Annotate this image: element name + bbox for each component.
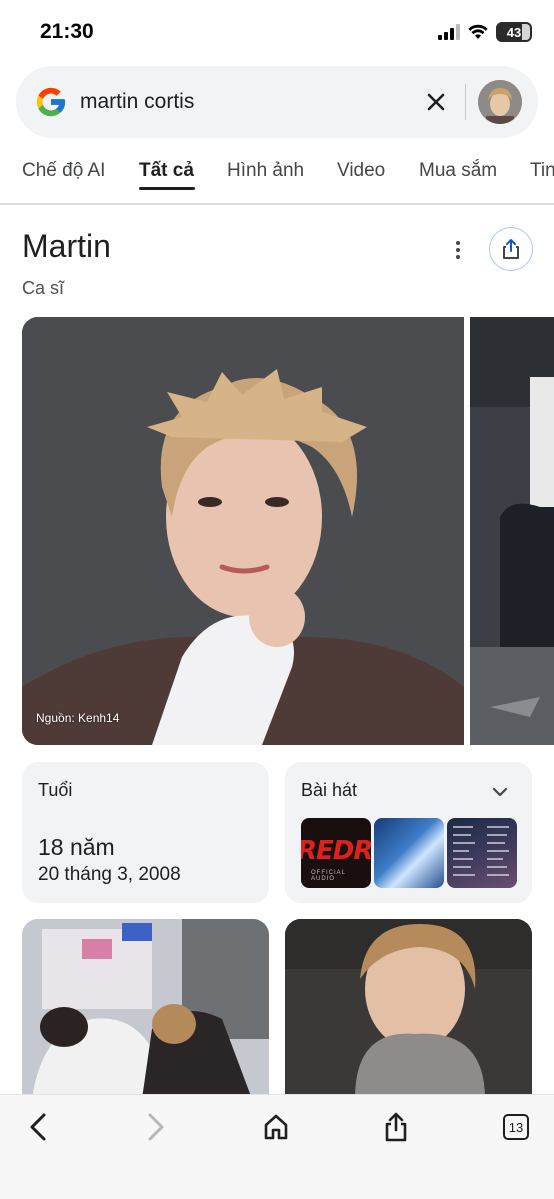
search-bar[interactable]: martin cortis bbox=[16, 66, 538, 138]
songs-card[interactable]: Bài hát REDRE OFFICIAL AUDIO bbox=[285, 762, 532, 903]
tab-ai-mode[interactable]: Chế độ AI bbox=[22, 160, 105, 182]
close-icon bbox=[427, 93, 445, 111]
secondary-entity-image[interactable] bbox=[470, 317, 554, 745]
age-value: 18 năm bbox=[38, 834, 115, 860]
song-thumbnail[interactable] bbox=[447, 818, 517, 888]
tracklist-graphic bbox=[453, 826, 509, 876]
google-logo bbox=[36, 87, 66, 117]
search-tabs: Chế độ AI Tất cả Hình ảnh Video Mua sắm … bbox=[0, 150, 554, 204]
gallery-image[interactable] bbox=[22, 919, 269, 1099]
more-options-button[interactable] bbox=[446, 238, 470, 262]
more-dot-icon bbox=[456, 241, 460, 245]
secondary-photo bbox=[470, 317, 554, 745]
status-icons: 43 bbox=[438, 22, 532, 42]
portrait-image bbox=[22, 317, 464, 745]
home-button[interactable] bbox=[258, 1109, 294, 1145]
tab-images[interactable]: Hình ảnh bbox=[227, 160, 304, 182]
song-thumbnail[interactable]: REDRE OFFICIAL AUDIO bbox=[301, 818, 371, 888]
back-button[interactable] bbox=[20, 1109, 56, 1145]
tab-all[interactable]: Tất cả bbox=[139, 160, 194, 182]
active-tab-indicator bbox=[139, 187, 195, 190]
entity-subtitle: Ca sĩ bbox=[22, 278, 65, 298]
song-thumb-subtitle: OFFICIAL AUDIO bbox=[311, 870, 346, 882]
tab-shopping[interactable]: Mua sắm bbox=[419, 160, 497, 182]
forward-button[interactable] bbox=[138, 1109, 174, 1145]
tabs-divider bbox=[0, 203, 554, 205]
main-entity-image[interactable]: Nguồn: Kenh14 bbox=[22, 317, 464, 745]
tab-news[interactable]: Tin bbox=[530, 160, 554, 182]
share-entity-button[interactable] bbox=[489, 227, 533, 271]
status-time: 21:30 bbox=[40, 20, 94, 43]
more-dot-icon bbox=[456, 248, 460, 252]
battery-level: 43 bbox=[506, 24, 522, 40]
song-thumb-title: REDRE bbox=[301, 836, 371, 866]
songs-label: Bài hát bbox=[301, 780, 358, 800]
share-page-button[interactable] bbox=[378, 1109, 414, 1145]
avatar-image bbox=[478, 80, 522, 124]
status-bar: 21:30 43 bbox=[0, 0, 554, 60]
image-source-label: Nguồn: Kenh14 bbox=[36, 711, 120, 725]
song-thumbnail[interactable] bbox=[374, 818, 444, 888]
chevron-down-icon[interactable] bbox=[490, 782, 510, 802]
home-icon bbox=[264, 1114, 288, 1140]
age-label: Tuổi bbox=[38, 780, 73, 800]
search-divider bbox=[465, 84, 466, 120]
search-input[interactable]: martin cortis bbox=[80, 90, 194, 114]
back-icon bbox=[30, 1113, 46, 1141]
forward-icon bbox=[148, 1113, 164, 1141]
tabs-button[interactable]: 13 bbox=[498, 1109, 534, 1145]
tabs-icon: 13 bbox=[503, 1114, 529, 1140]
account-avatar[interactable] bbox=[478, 80, 522, 124]
more-dot-icon bbox=[456, 255, 460, 259]
battery-icon: 43 bbox=[496, 22, 532, 42]
group-photo bbox=[22, 919, 269, 1099]
share-icon bbox=[503, 239, 519, 259]
birth-date: 20 tháng 3, 2008 bbox=[38, 864, 181, 885]
age-card[interactable]: Tuổi 18 năm 20 tháng 3, 2008 bbox=[22, 762, 269, 903]
portrait-photo bbox=[285, 919, 532, 1099]
share-icon bbox=[385, 1112, 407, 1142]
wifi-icon bbox=[468, 24, 488, 39]
clear-search-button[interactable] bbox=[420, 86, 452, 118]
cellular-signal-icon bbox=[438, 24, 460, 40]
gallery-image[interactable] bbox=[285, 919, 532, 1099]
entity-title: Martin bbox=[22, 228, 111, 264]
browser-toolbar: 13 bbox=[0, 1094, 554, 1199]
tab-video[interactable]: Video bbox=[337, 160, 385, 182]
